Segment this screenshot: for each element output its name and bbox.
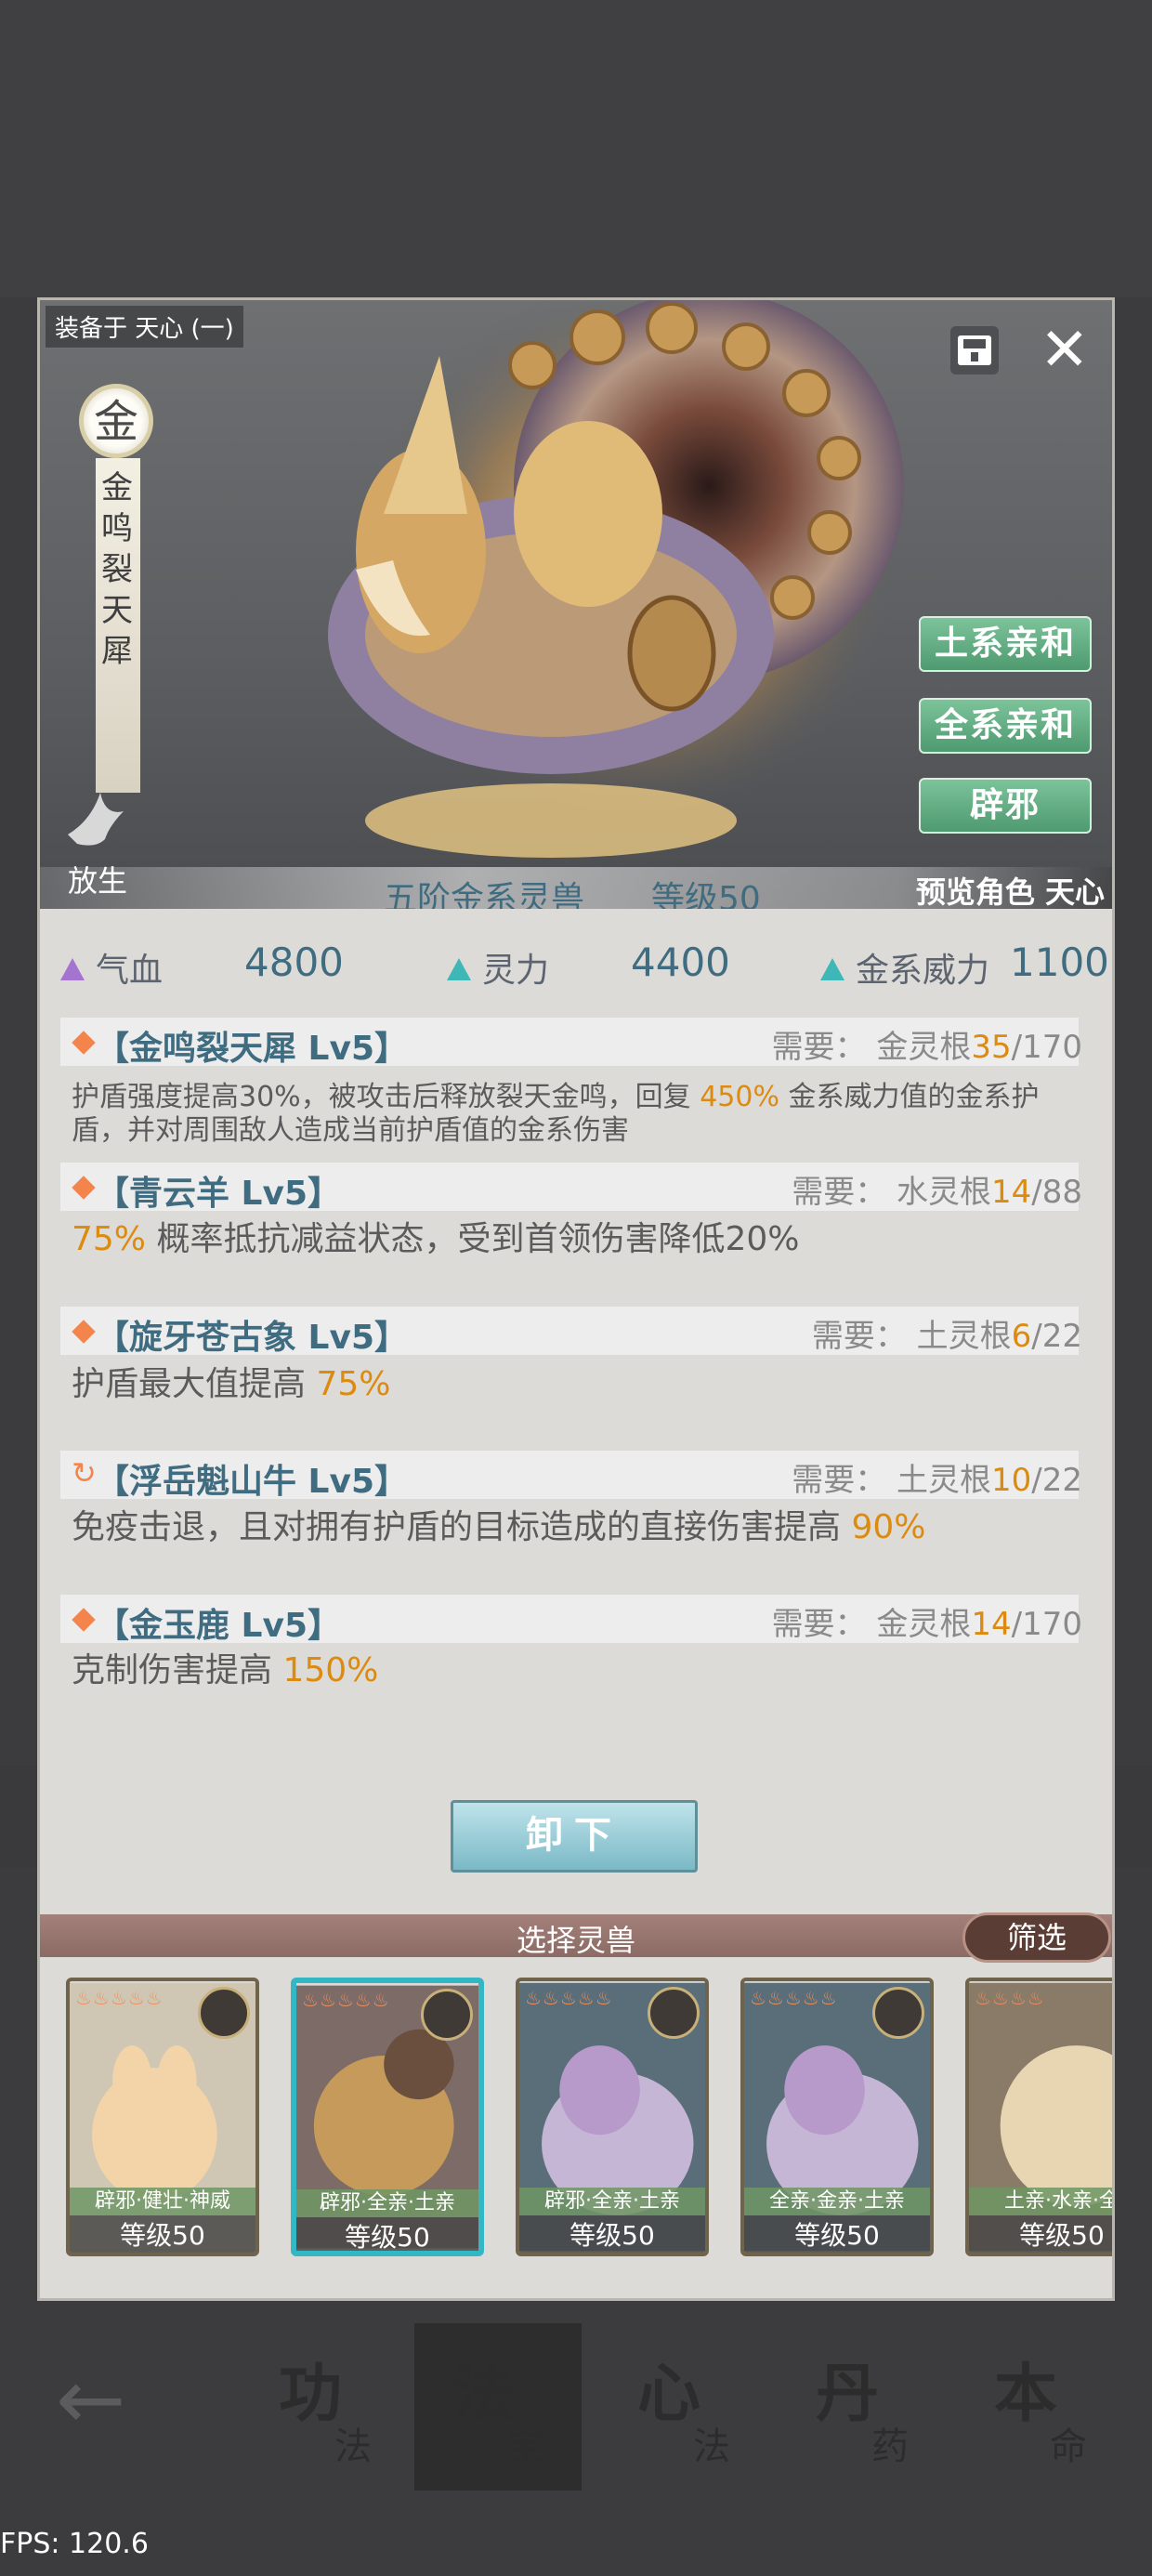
skill-requirement: 需要： 金灵根14/170 [771,1606,1082,1643]
stat-label-hp: 气血 [96,952,164,990]
skill-name: 【浮岳魁山牛 Lv5】 [96,1463,408,1501]
hp-icon [60,958,85,980]
bird-icon[interactable] [59,783,133,858]
skill-name: 【青云羊 Lv5】 [96,1175,341,1213]
card-level: 等级50 [744,2215,930,2253]
back-arrow-icon[interactable]: ← [56,2351,125,2449]
beast-card[interactable]: ♨♨♨♨ 土亲·水亲·全 等级50 [965,1978,1112,2256]
stat-value-hp: 4800 [244,940,344,985]
trait-tag-ward-evil: 辟邪 [919,778,1092,834]
card-stars: ♨♨♨♨ [975,1987,1045,2009]
beast-card-selected[interactable]: ♨♨♨♨♨ 辟邪·全亲·土亲 等级50 [291,1978,484,2256]
unequip-button[interactable]: 卸下 [451,1800,698,1873]
element-badge: 金 [79,384,153,458]
card-traits: 辟邪·健壮·神威 [70,2188,255,2215]
background-top [0,0,1152,297]
character-avatar [198,1987,250,2039]
stat-label-metal-power: 金系威力 [856,952,990,990]
skill-description: 克制伤害提高 150% [72,1651,379,1689]
fps-counter: FPS: 120.6 [0,2528,149,2560]
card-level: 等级50 [519,2215,705,2253]
beast-card-list[interactable]: ♨♨♨♨♨ 辟邪·健壮·神威 等级50 ♨♨♨♨♨ 辟邪·全亲·土亲 等级50 … [40,1978,1112,2289]
card-level: 等级50 [70,2215,255,2253]
beast-card[interactable]: ♨♨♨♨♨ 辟邪·全亲·土亲 等级50 [516,1978,709,2256]
character-avatar [648,1987,700,2039]
card-traits: 土亲·水亲·全 [969,2188,1112,2215]
skill-requirement: 需要： 土灵根10/22 [792,1462,1082,1499]
close-icon[interactable]: ✕ [1040,321,1090,380]
trait-tag-all-affinity: 全系亲和 [919,698,1092,754]
card-traits: 全亲·金亲·土亲 [744,2188,930,2215]
stat-value-spirit: 4400 [631,940,730,985]
character-avatar [421,1989,473,2041]
spirit-icon [447,958,471,980]
spirit-beast-modal: 装备于 天心 (一) 金 金 鸣 裂 天 犀 ✕ 土系亲和 全系亲和 辟邪 放生… [37,297,1115,2301]
skill-name: 【金玉鹿 Lv5】 [96,1607,341,1645]
preview-character[interactable]: 预览角色 天心 [916,869,1105,909]
stat-value-metal-power: 1100 [1010,940,1109,985]
nav-tab-xinfa[interactable]: 心 法 [600,2323,767,2491]
card-level: 等级50 [969,2215,1112,2253]
card-level: 等级50 [296,2217,478,2251]
cycle-icon: ↻ [72,1455,97,1491]
skill-description: 护盾强度提高30%，被攻击后释放裂天金鸣，回复 450% 金系威力值的金系护盾，… [72,1081,1040,1147]
metal-power-icon [820,958,844,980]
beast-hero-panel: 装备于 天心 (一) 金 金 鸣 裂 天 犀 ✕ 土系亲和 全系亲和 辟邪 放生… [40,300,1112,909]
nav-tab-fabao[interactable]: 法 宝 [414,2323,582,2491]
filter-button[interactable]: 筛选 [962,1912,1111,1963]
card-stars: ♨♨♨♨♨ [750,1987,838,2009]
equipped-on-label: 装备于 天心 (一) [46,306,243,348]
beast-name-vertical: 金 鸣 裂 天 犀 [101,469,135,670]
nav-tab-gongfa[interactable]: 功 法 [242,2323,409,2491]
skill-description: 75% 概率抵抗减益状态，受到首领伤害降低20% [72,1220,800,1258]
trait-tag-earth-affinity: 土系亲和 [919,616,1092,672]
nav-tab-danyao[interactable]: 丹 药 [779,2323,946,2491]
card-traits: 辟邪·全亲·土亲 [296,2189,478,2217]
beast-card[interactable]: ♨♨♨♨♨ 全亲·金亲·土亲 等级50 [740,1978,934,2256]
skill-requirement: 需要： 土灵根6/22 [811,1318,1082,1355]
skill-requirement: 需要： 金灵根35/170 [771,1029,1082,1066]
beast-illustration [328,300,904,858]
nav-tab-benming[interactable]: 本 命 [957,2323,1124,2491]
beast-level: 等级50 [651,880,761,909]
skill-description: 护盾最大值提高 75% [72,1365,391,1403]
beast-grade: 五阶金系灵兽 [384,880,585,909]
character-avatar [872,1987,924,2039]
save-icon[interactable] [950,326,999,375]
card-stars: ♨♨♨♨♨ [302,1989,390,2011]
beast-card[interactable]: ♨♨♨♨♨ 辟邪·健壮·神威 等级50 [66,1978,259,2256]
stat-label-spirit: 灵力 [482,952,550,990]
skill-name: 【旋牙苍古象 Lv5】 [96,1319,408,1357]
skill-name: 【金鸣裂天犀 Lv5】 [96,1030,408,1068]
skill-description: 免疫击退，且对拥有护盾的目标造成的直接伤害提高 90% [72,1508,926,1546]
card-stars: ♨♨♨♨♨ [525,1987,613,2009]
select-beast-title: 选择灵兽 [516,1923,635,1958]
card-stars: ♨♨♨♨♨ [75,1987,164,2009]
skill-requirement: 需要： 水灵根14/88 [792,1174,1082,1211]
card-traits: 辟邪·全亲·土亲 [519,2188,705,2215]
